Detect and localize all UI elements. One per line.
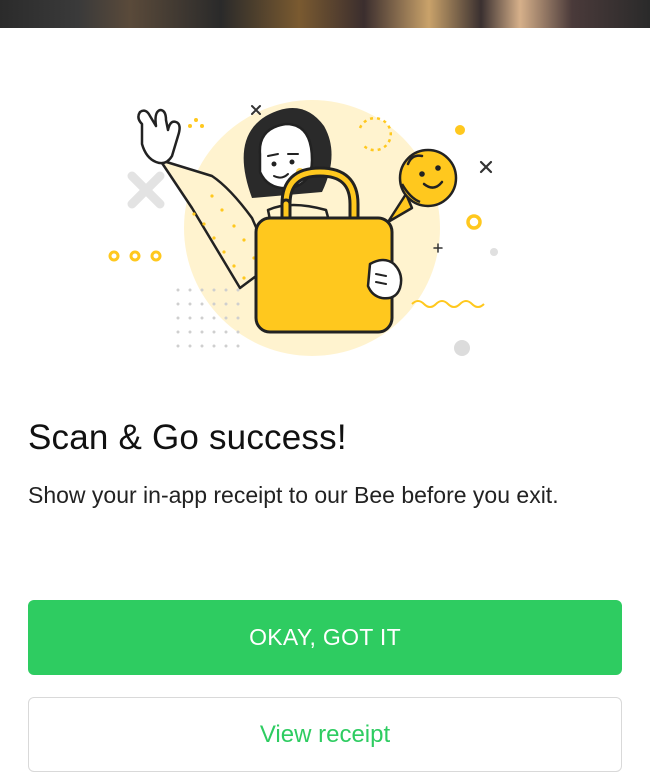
grey-cross-icon	[127, 171, 165, 209]
view-receipt-button[interactable]: View receipt	[28, 697, 622, 772]
success-dialog: Scan & Go success! Show your in-app rece…	[0, 28, 650, 772]
yellow-dot-icon	[455, 125, 465, 135]
grey-dot-icon	[490, 248, 498, 256]
okay-got-it-button[interactable]: OKAY, GOT IT	[28, 600, 622, 675]
wavy-line-icon	[411, 300, 485, 308]
right-x-icon	[479, 160, 493, 174]
background-app-strip	[0, 0, 650, 28]
grey-large-dot-icon	[454, 340, 470, 356]
sparkle-dots-icon	[188, 118, 204, 128]
dialog-title: Scan & Go success!	[28, 418, 347, 457]
dialog-message: Show your in-app receipt to our Bee befo…	[28, 482, 559, 508]
scan-go-success-illustration	[108, 100, 498, 356]
small-x-icon	[251, 105, 261, 115]
yellow-ring-icon	[466, 214, 482, 230]
dots-row-icon	[108, 250, 162, 262]
